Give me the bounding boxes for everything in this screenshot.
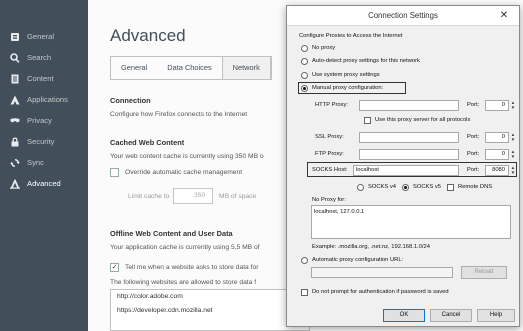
security-icon — [10, 137, 20, 147]
http-port-stepper[interactable]: ▲ ▼ — [510, 100, 516, 111]
advanced-tabs: General Data Choices Network — [110, 56, 272, 80]
socks-v5-radio[interactable] — [402, 184, 409, 191]
socks-port-label: Port: — [467, 167, 480, 173]
ftp-port-stepper[interactable]: ▲ ▼ — [510, 149, 516, 160]
dialog-title: Connection Settings — [287, 6, 519, 26]
sidebar-item-label: Privacy — [27, 116, 52, 125]
remote-dns-checkbox[interactable] — [447, 184, 454, 191]
list-item[interactable]: http://color.adobe.com — [111, 290, 309, 304]
socks-v5-label: SOCKS v5 — [413, 184, 442, 190]
sidebar-item-sync[interactable]: Sync — [0, 152, 88, 173]
ssl-port-label: Port: — [467, 134, 480, 140]
no-proxy-example: Example: .mozilla.org, .net.nz, 192.168.… — [312, 244, 430, 250]
cancel-button[interactable]: Cancel — [430, 309, 472, 322]
cache-description: Your web content cache is currently usin… — [110, 153, 264, 160]
tab-general[interactable]: General — [111, 57, 157, 79]
tab-network[interactable]: Network — [221, 57, 271, 79]
ok-button[interactable]: OK — [383, 309, 425, 322]
tell-me-checkbox[interactable]: ✓ — [110, 263, 119, 272]
ssl-port-stepper[interactable]: ▲ ▼ — [510, 132, 516, 143]
close-icon[interactable]: ✕ — [489, 6, 519, 26]
allowed-sites-description: The following websites are allowed to st… — [110, 279, 257, 286]
tab-data-choices[interactable]: Data Choices — [157, 57, 221, 79]
http-port-input[interactable]: 0 — [485, 100, 509, 111]
applications-icon — [10, 95, 20, 105]
sidebar-item-label: Search — [27, 53, 52, 62]
socks-v4-radio[interactable] — [357, 184, 364, 191]
no-proxy-label: No proxy — [312, 45, 336, 51]
help-button[interactable]: Help — [477, 309, 515, 322]
http-port-label: Port: — [467, 102, 480, 108]
manual-proxy-radio[interactable] — [301, 85, 308, 92]
sidebar-item-label: Sync — [27, 158, 44, 167]
connection-settings-dialog: Connection Settings ✕ Configure Proxies … — [286, 5, 520, 327]
ftp-port-input[interactable]: 0 — [485, 149, 509, 160]
socks-host-label: SOCKS Host: — [312, 167, 348, 173]
tell-me-label: Tell me when a website asks to store dat… — [125, 264, 259, 271]
sidebar-item-privacy[interactable]: Privacy — [0, 110, 88, 131]
offline-heading: Offline Web Content and User Data — [110, 229, 233, 238]
remote-dns-label: Remote DNS — [458, 184, 493, 190]
sidebar-item-label: Applications — [27, 95, 68, 104]
sync-icon — [10, 158, 20, 168]
sidebar-item-content[interactable]: Content — [0, 68, 88, 89]
override-cache-checkbox[interactable] — [110, 168, 119, 177]
system-proxy-label: Use system proxy settings — [312, 72, 380, 78]
socks-v4-label: SOCKS v4 — [368, 184, 397, 190]
connection-heading: Connection — [110, 96, 151, 105]
no-proxy-for-input[interactable]: localhost, 127.0.0.1 — [311, 205, 511, 239]
general-icon — [10, 32, 20, 42]
sidebar-item-security[interactable]: Security — [0, 131, 88, 152]
sidebar-item-applications[interactable]: Applications — [0, 89, 88, 110]
page-title: Advanced — [110, 26, 186, 45]
sidebar-item-label: General — [27, 32, 55, 41]
override-cache-label: Override automatic cache management — [125, 169, 243, 176]
auto-proxy-url-input[interactable] — [311, 267, 453, 278]
system-proxy-radio[interactable] — [301, 72, 308, 79]
no-prompt-auth-label: Do not prompt for authentication if pass… — [312, 289, 449, 295]
ssl-proxy-label: SSL Proxy: — [315, 134, 344, 140]
reload-button[interactable]: Reload — [461, 266, 507, 279]
same-proxy-checkbox[interactable] — [364, 117, 371, 124]
connection-description: Configure how Firefox connects to the In… — [110, 111, 248, 118]
auto-proxy-url-radio[interactable] — [301, 257, 308, 264]
ftp-proxy-label: FTP Proxy: — [315, 151, 344, 157]
cache-heading: Cached Web Content — [110, 138, 185, 147]
allowed-sites-list[interactable]: http://color.adobe.com https://developer… — [110, 289, 310, 331]
sidebar-item-advanced[interactable]: Advanced — [0, 173, 88, 194]
socks-port-stepper[interactable]: ▲ ▼ — [510, 165, 516, 176]
sidebar-item-label: Security — [27, 137, 55, 146]
sidebar-item-general[interactable]: General — [0, 26, 88, 47]
offline-description: Your application cache is currently usin… — [110, 244, 260, 251]
search-icon — [10, 52, 20, 63]
sidebar-item-label: Advanced — [27, 179, 61, 188]
ssl-port-input[interactable]: 0 — [485, 132, 509, 143]
no-proxy-for-label: No Proxy for: — [312, 197, 346, 203]
http-proxy-label: HTTP Proxy: — [315, 102, 349, 108]
sidebar-item-search[interactable]: Search — [0, 47, 88, 68]
same-proxy-label: Use this proxy server for all protocols — [375, 117, 471, 123]
ftp-port-label: Port: — [467, 151, 480, 157]
cache-size-input[interactable]: 350 — [173, 188, 213, 204]
cache-unit-label: MB of space — [219, 193, 257, 200]
content-icon — [10, 74, 20, 84]
auto-proxy-url-label: Automatic proxy configuration URL: — [312, 257, 404, 263]
socks-host-input[interactable]: localhost — [353, 165, 459, 176]
no-proxy-radio[interactable] — [301, 45, 308, 52]
auto-detect-label: Auto-detect proxy settings for this netw… — [312, 58, 420, 64]
limit-cache-label: Limit cache to — [128, 193, 170, 200]
privacy-icon — [10, 116, 20, 126]
ssl-proxy-input[interactable] — [359, 132, 459, 143]
sidebar-item-label: Content — [27, 74, 54, 83]
list-item[interactable]: https://developer.cdn.mozilla.net — [111, 304, 309, 318]
no-prompt-auth-checkbox[interactable] — [301, 289, 308, 296]
category-sidebar: General Search Content Applications Priv… — [0, 0, 88, 331]
auto-detect-radio[interactable] — [301, 58, 308, 65]
socks-port-input[interactable]: 8080 — [485, 165, 509, 176]
ftp-proxy-input[interactable] — [359, 149, 459, 160]
advanced-icon — [10, 179, 20, 189]
manual-proxy-label: Manual proxy configuration: — [312, 85, 384, 91]
proxy-group-label: Configure Proxies to Access the Internet — [299, 33, 403, 39]
http-proxy-input[interactable] — [359, 100, 459, 111]
